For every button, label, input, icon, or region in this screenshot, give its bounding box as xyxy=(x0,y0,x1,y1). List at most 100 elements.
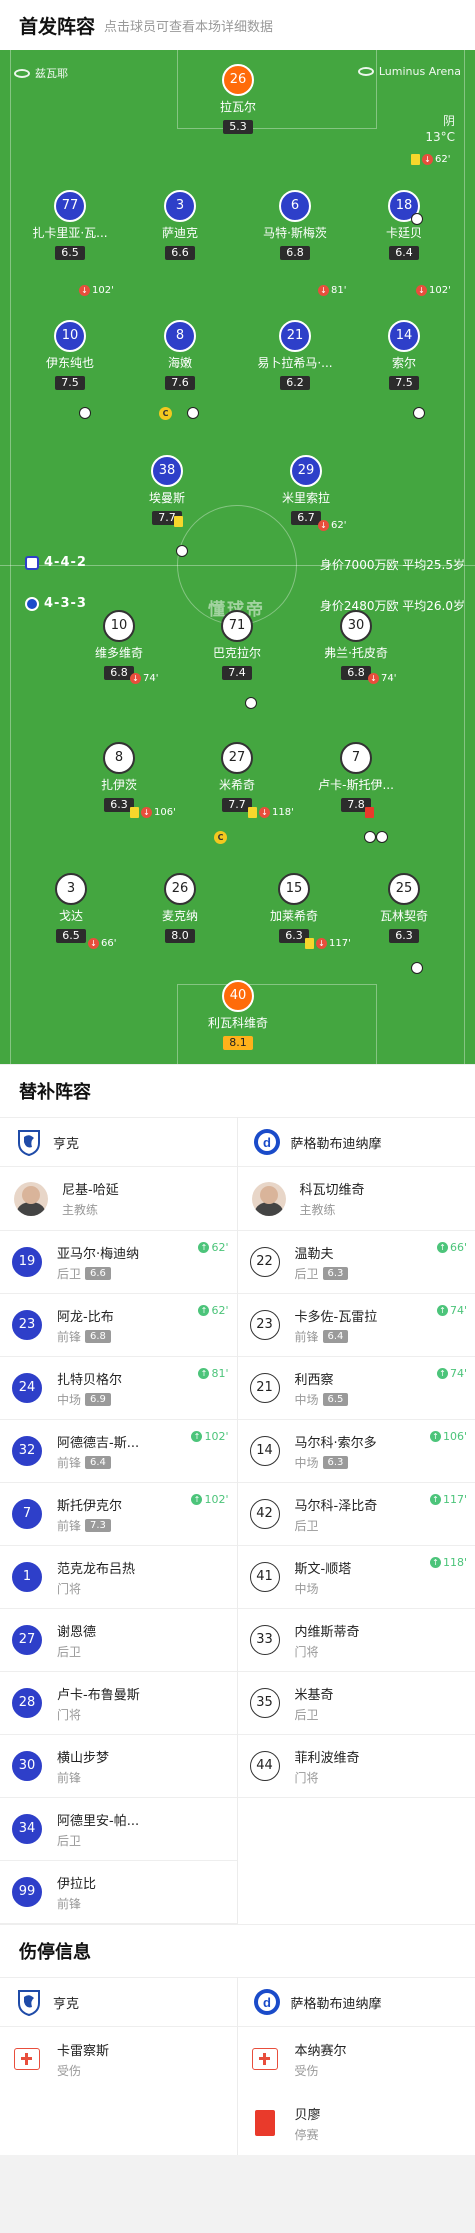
bench-player-name: 卢卡-布鲁曼斯 xyxy=(57,1687,140,1703)
bench-player-row[interactable]: 27 谢恩德 后卫 xyxy=(0,1609,237,1672)
bench-player-meta: 前锋 7.3 xyxy=(57,1517,122,1534)
player-marker[interactable]: 7 卢卡-斯托伊... 7.8 xyxy=(306,742,406,812)
injuries-columns: 亨克 卡雷察斯 受伤 d 萨格勒布迪纳摩 本纳赛尔 受伤 贝廖 停赛 xyxy=(0,1977,475,2155)
player-marker[interactable]: 15 加莱希奇 6.3 xyxy=(244,873,344,943)
player-name: 索尔 xyxy=(391,356,416,370)
sub-in-icon: ↑ xyxy=(198,1305,210,1316)
medical-kit-icon xyxy=(14,2048,40,2070)
player-name: 加莱希奇 xyxy=(269,909,318,923)
away-formation: 4-3-3 xyxy=(25,596,87,611)
bench-player-row[interactable]: 32 阿德德吉-斯... 前锋 6.4 ↑ 102' xyxy=(0,1420,237,1483)
home-injury-team-header: 亨克 xyxy=(0,1977,237,2027)
bench-player-row[interactable]: 7 斯托伊克尔 前锋 7.3 ↑ 102' xyxy=(0,1483,237,1546)
bench-player-rating: 6.3 xyxy=(322,1266,349,1280)
shirt-number: 25 xyxy=(388,873,420,905)
bench-player-name: 范克龙布吕热 xyxy=(57,1561,136,1577)
bench-player-row[interactable]: 99 伊拉比 前锋 xyxy=(0,1861,237,1924)
bench-player-name: 菲利波维奇 xyxy=(294,1750,360,1766)
player-marker[interactable]: 29 米里索拉 6.7 xyxy=(256,455,356,525)
bench-player-row[interactable]: 23 阿龙-比布 前锋 6.8 ↑ 62' xyxy=(0,1294,237,1357)
player-marker[interactable]: 25 瓦林契奇 6.3 xyxy=(354,873,454,943)
goal-ball-icon xyxy=(411,213,423,225)
sub-in-event: ↑ 117' xyxy=(429,1493,467,1506)
shirt-number: 10 xyxy=(54,320,86,352)
player-marker[interactable]: 40 利瓦科维奇 8.1 xyxy=(188,980,288,1050)
bench-player-row[interactable]: 28 卢卡-布鲁曼斯 门将 xyxy=(0,1672,237,1735)
injury-item[interactable]: 卡雷察斯 受伤 xyxy=(0,2027,237,2091)
player-marker[interactable]: 10 伊东纯也 7.5 xyxy=(20,320,120,390)
bench-shirt-number: 21 xyxy=(249,1373,280,1403)
bench-player-row[interactable]: 33 内维斯蒂奇 门将 xyxy=(237,1609,475,1672)
player-rating: 6.8 xyxy=(280,246,310,260)
sub-out-icon: ↓ xyxy=(130,673,141,684)
bench-shirt-number: 35 xyxy=(249,1688,280,1718)
player-marker[interactable]: 14 索尔 7.5 xyxy=(354,320,454,390)
stadium-info: Luminus Arena xyxy=(357,65,461,78)
bench-player-row[interactable]: 44 菲利波维奇 门将 xyxy=(237,1735,475,1798)
home-injuries: 亨克 卡雷察斯 受伤 xyxy=(0,1977,238,2155)
coach-name: 尼基-哈延 xyxy=(62,1183,119,1198)
bench-player-row[interactable]: 35 米基奇 后卫 xyxy=(237,1672,475,1735)
bench-player-row[interactable]: 14 马尔科·索尔多 中场 6.3 ↑ 106' xyxy=(237,1420,475,1483)
bench-player-meta: 后卫 xyxy=(295,1517,378,1534)
player-marker[interactable]: 3 萨迪克 6.6 xyxy=(130,190,230,260)
player-name: 戈达 xyxy=(58,909,83,923)
away-coach[interactable]: 科瓦切维奇 主教练 xyxy=(237,1167,475,1231)
bench-player-row[interactable]: 21 利西察 中场 6.5 ↑ 74' xyxy=(237,1357,475,1420)
player-marker[interactable]: 71 巴克拉尔 7.4 xyxy=(187,610,287,680)
player-marker[interactable]: 10 维多维奇 6.8 xyxy=(69,610,169,680)
player-marker[interactable]: 21 易卜拉希马·... 6.2 xyxy=(245,320,345,390)
bench-player-position: 门将 xyxy=(57,1581,82,1596)
away-team-name: 萨格勒布迪纳摩 xyxy=(290,1996,382,2012)
sub-in-event: ↑ 74' xyxy=(436,1367,467,1380)
bench-player-meta: 后卫 xyxy=(57,1832,139,1849)
bench-player-row[interactable]: 23 卡多佐-瓦雷拉 前锋 6.4 ↑ 74' xyxy=(237,1294,475,1357)
bench-player-name: 斯文-顺塔 xyxy=(294,1561,352,1577)
player-marker[interactable]: 30 弗兰·托皮奇 6.8 xyxy=(306,610,406,680)
player-name: 伊东纯也 xyxy=(45,356,94,370)
bench-player-row[interactable]: 30 横山步梦 前锋 xyxy=(0,1735,237,1798)
player-name: 海嫩 xyxy=(167,356,192,370)
assist-icon xyxy=(187,407,199,419)
shirt-number: 71 xyxy=(221,610,253,642)
player-marker[interactable]: 8 海嫩 7.6 xyxy=(130,320,230,390)
coach-role: 主教练 xyxy=(299,1203,336,1217)
bench-player-row[interactable]: 41 斯文-顺塔 中场 ↑ 118' xyxy=(237,1546,475,1609)
player-name: 卢卡-斯托伊... xyxy=(318,778,394,792)
bench-player-row[interactable]: 22 温勒夫 后卫 6.3 ↑ 66' xyxy=(237,1231,475,1294)
bench-player-row[interactable]: 42 马尔科-泽比奇 后卫 ↑ 117' xyxy=(237,1483,475,1546)
home-team-header[interactable]: 亨克 xyxy=(0,1117,237,1167)
shirt-number: 3 xyxy=(55,873,87,905)
bench-player-row[interactable]: 19 亚马尔·梅迪纳 后卫 6.6 ↑ 62' xyxy=(0,1231,237,1294)
bench-player-row[interactable]: 24 扎特贝格尔 中场 6.9 ↑ 81' xyxy=(0,1357,237,1420)
lineup-subtitle: 点击球员可查看本场详细数据 xyxy=(104,19,274,35)
bench-player-row[interactable]: 1 范克龙布吕热 门将 xyxy=(0,1546,237,1609)
bench-player-row[interactable]: 34 阿德里安-帕... 后卫 xyxy=(0,1798,237,1861)
event-27: ↓ 118' xyxy=(248,807,294,818)
whistle-icon xyxy=(14,68,30,78)
home-coach[interactable]: 尼基-哈延 主教练 xyxy=(0,1167,237,1231)
player-marker[interactable]: 26 麦克纳 8.0 xyxy=(130,873,230,943)
player-marker[interactable]: 18 卡廷贝 6.4 xyxy=(354,190,454,260)
player-marker[interactable]: 3 戈达 6.5 xyxy=(21,873,121,943)
stadium-icon xyxy=(357,66,374,76)
injury-item[interactable]: 本纳赛尔 受伤 xyxy=(238,2027,475,2091)
injuries-title: 伤停信息 xyxy=(0,1925,475,1977)
bench-player-name: 谢恩德 xyxy=(57,1624,97,1640)
player-marker[interactable]: 77 扎卡里亚·瓦... 6.5 xyxy=(20,190,120,260)
bench-player-meta: 后卫 6.6 xyxy=(57,1265,139,1282)
bench-player-rating: 6.5 xyxy=(322,1392,349,1406)
player-marker[interactable]: 38 埃曼斯 7.7 xyxy=(117,455,217,525)
away-team-header[interactable]: d 萨格勒布迪纳摩 xyxy=(237,1117,475,1167)
suspension-item[interactable]: 贝廖 停赛 xyxy=(238,2091,475,2155)
player-rating: 7.5 xyxy=(55,376,85,390)
bench-player-meta: 后卫 6.3 xyxy=(295,1265,349,1282)
shirt-number: 77 xyxy=(54,190,86,222)
bench-player-info: 斯文-顺塔 中场 xyxy=(295,1558,352,1597)
bench-shirt-number: 23 xyxy=(249,1310,280,1340)
player-marker[interactable]: 27 米希奇 7.7 xyxy=(187,742,287,812)
player-marker[interactable]: 8 扎伊茨 6.3 xyxy=(69,742,169,812)
player-marker[interactable]: 26 拉瓦尔 5.3 xyxy=(188,64,288,134)
bench-player-name: 温勒夫 xyxy=(294,1246,334,1262)
player-marker[interactable]: 6 马特·斯梅茨 6.8 xyxy=(245,190,345,260)
